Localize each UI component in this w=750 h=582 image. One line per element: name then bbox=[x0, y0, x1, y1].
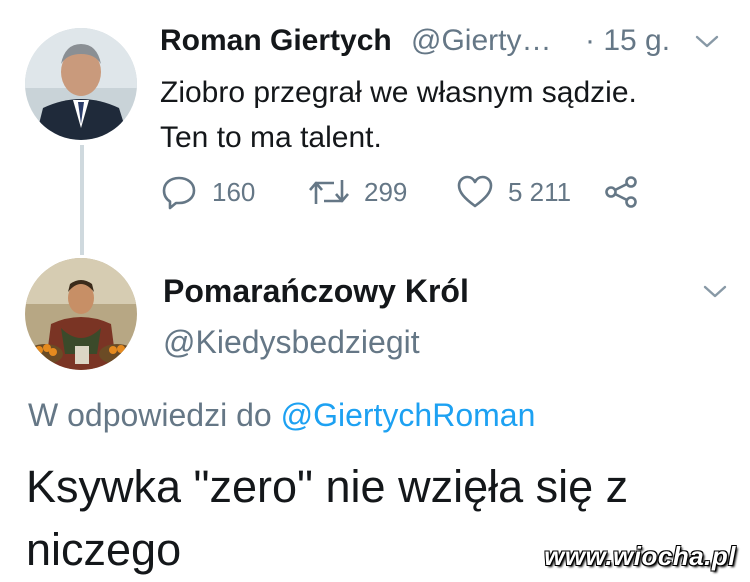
tweet1-author-handle[interactable]: @Gierty… bbox=[411, 24, 551, 58]
reply-mention-link[interactable]: @GiertychRoman bbox=[281, 397, 536, 433]
tweet2-text-line: Ksywka "zero" nie wzięła się z bbox=[26, 461, 629, 512]
tweet2-author-name[interactable]: Pomarańczowy Król bbox=[163, 273, 469, 310]
avatar-photo bbox=[25, 28, 137, 140]
tweet1-text-line: Ten to ma talent. bbox=[160, 121, 382, 154]
tweet2-author-handle[interactable]: @Kiedysbedziegit bbox=[163, 324, 420, 361]
avatar-painting bbox=[25, 258, 137, 370]
chevron-down-icon bbox=[695, 35, 719, 48]
tweet2-menu-button[interactable] bbox=[702, 284, 728, 305]
tweet1-timestamp[interactable]: · 15 g. bbox=[585, 24, 670, 58]
share-icon bbox=[605, 176, 637, 208]
reply-count: 160 bbox=[212, 176, 256, 207]
tweet1-menu-button[interactable] bbox=[694, 34, 720, 55]
reply-context: W odpowiedzi do @GiertychRoman bbox=[28, 397, 535, 434]
share-button[interactable] bbox=[604, 175, 638, 214]
tweet1-text: Ziobro przegrał we własnym sądzie. Ten t… bbox=[160, 70, 730, 160]
like-icon bbox=[457, 175, 493, 208]
like-count: 5 211 bbox=[508, 176, 572, 207]
retweet-count: 299 bbox=[364, 176, 408, 207]
site-watermark: www.wiocha.pl bbox=[544, 541, 736, 571]
chevron-down-icon bbox=[703, 285, 727, 298]
thread-connector-line bbox=[80, 145, 84, 255]
reply-prefix: W odpowiedzi do bbox=[28, 397, 272, 433]
author-avatar[interactable] bbox=[25, 258, 137, 370]
like-button[interactable]: 5 211 bbox=[456, 174, 571, 210]
tweet1-author-name[interactable]: Roman Giertych bbox=[160, 24, 392, 58]
author-avatar[interactable] bbox=[25, 28, 137, 140]
reply-icon bbox=[162, 176, 196, 210]
tweet1-text-line: Ziobro przegrał we własnym sądzie. bbox=[160, 76, 637, 109]
reply-button[interactable]: 160 bbox=[160, 174, 255, 210]
retweet-icon bbox=[309, 180, 349, 204]
retweet-button[interactable]: 299 bbox=[308, 174, 407, 210]
